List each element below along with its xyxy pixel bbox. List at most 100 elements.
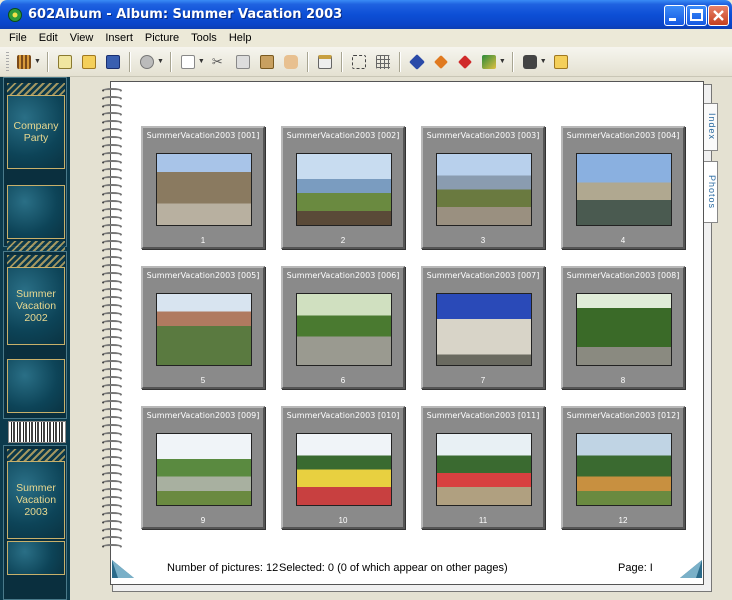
- chevron-down-icon[interactable]: ▼: [34, 58, 41, 65]
- app-icon[interactable]: [7, 7, 23, 23]
- album-summer-vacation-2003[interactable]: Summer Vacation 2003: [7, 461, 65, 539]
- spiral-coil: [102, 128, 122, 133]
- next-page-button[interactable]: [455, 52, 475, 72]
- arrange-button[interactable]: [373, 52, 393, 72]
- save-button[interactable]: [103, 52, 123, 72]
- photo-card[interactable]: SummerVacation2003 [002] 2: [281, 126, 405, 249]
- album-view-button[interactable]: [14, 52, 34, 72]
- album-summer-2002-label-plate[interactable]: [7, 359, 65, 413]
- delete-button[interactable]: [281, 52, 301, 72]
- menu-bar: File Edit View Insert Picture Tools Help: [0, 29, 732, 47]
- effects-button[interactable]: [479, 52, 499, 72]
- import-button[interactable]: [551, 52, 571, 72]
- chevron-down-icon[interactable]: ▼: [157, 58, 164, 65]
- menu-edit[interactable]: Edit: [33, 32, 64, 44]
- menu-view[interactable]: View: [64, 32, 100, 44]
- spiral-coil: [102, 408, 122, 413]
- spiral-coil: [102, 96, 122, 101]
- chevron-down-icon[interactable]: ▼: [540, 58, 547, 65]
- chevron-down-icon[interactable]: ▼: [499, 58, 506, 65]
- photo-card[interactable]: SummerVacation2003 [011] 11: [421, 406, 545, 529]
- photo-thumbnail[interactable]: [296, 433, 392, 506]
- spiral-coil: [102, 544, 122, 549]
- toolbar-grip[interactable]: [6, 51, 9, 72]
- photo-number: 9: [200, 516, 206, 525]
- select-all-button[interactable]: [349, 52, 369, 72]
- photo-thumbnail[interactable]: [436, 433, 532, 506]
- new-album-button[interactable]: [55, 52, 75, 72]
- spiral-coil: [102, 280, 122, 285]
- previous-page-corner[interactable]: [112, 560, 134, 578]
- album-company-party[interactable]: Company Party: [7, 95, 65, 169]
- photo-thumbnail[interactable]: [156, 293, 252, 366]
- photo-card[interactable]: SummerVacation2003 [003] 3: [421, 126, 545, 249]
- photo-title: SummerVacation2003 [002]: [286, 131, 400, 140]
- menu-insert[interactable]: Insert: [99, 32, 139, 44]
- camera-icon: [522, 54, 537, 69]
- spiral-coil: [102, 112, 122, 117]
- menu-file[interactable]: File: [3, 32, 33, 44]
- paste-icon: [259, 54, 274, 69]
- photo-thumbnail[interactable]: [576, 293, 672, 366]
- cut-button[interactable]: ✂: [209, 52, 229, 72]
- copy-button[interactable]: [233, 52, 253, 72]
- photo-card[interactable]: SummerVacation2003 [004] 4: [561, 126, 685, 249]
- photo-thumbnail[interactable]: [576, 153, 672, 226]
- photo-card[interactable]: SummerVacation2003 [012] 12: [561, 406, 685, 529]
- photo-card[interactable]: SummerVacation2003 [007] 7: [421, 266, 545, 389]
- photo-card[interactable]: SummerVacation2003 [010] 10: [281, 406, 405, 529]
- photo-thumbnail[interactable]: [576, 433, 672, 506]
- photo-number: 6: [340, 376, 346, 385]
- photo-thumbnail[interactable]: [296, 293, 392, 366]
- photo-thumbnail[interactable]: [296, 153, 392, 226]
- menu-tools[interactable]: Tools: [185, 32, 223, 44]
- tab-photos[interactable]: Photos: [704, 161, 718, 223]
- spiral-coil: [102, 216, 122, 221]
- photo-number: 1: [200, 236, 206, 245]
- photo-thumbnail[interactable]: [156, 433, 252, 506]
- arrow-left-icon: [433, 54, 448, 69]
- album-summer-vacation-2002[interactable]: Summer Vacation 2002: [7, 267, 65, 345]
- hand-icon: [283, 54, 298, 69]
- close-button[interactable]: [708, 5, 729, 26]
- photo-title: SummerVacation2003 [007]: [426, 271, 540, 280]
- photo-card[interactable]: SummerVacation2003 [001] 1: [141, 126, 265, 249]
- new-page-button[interactable]: [178, 52, 198, 72]
- photo-card[interactable]: SummerVacation2003 [009] 9: [141, 406, 265, 529]
- photo-title: SummerVacation2003 [004]: [566, 131, 680, 140]
- close-icon: [713, 10, 724, 21]
- chevron-down-icon[interactable]: ▼: [198, 58, 205, 65]
- menu-insert-label: Insert: [105, 32, 133, 44]
- next-page-corner[interactable]: [680, 560, 702, 578]
- album-summer-2003-label-plate[interactable]: [7, 541, 65, 575]
- picture-count: Number of pictures: 12: [167, 562, 279, 574]
- photo-card[interactable]: SummerVacation2003 [005] 5: [141, 266, 265, 389]
- page-icon: [180, 54, 195, 69]
- paste-button[interactable]: [257, 52, 277, 72]
- spiral-coil: [102, 144, 122, 149]
- wizard-button[interactable]: [137, 52, 157, 72]
- maximize-button[interactable]: [686, 5, 707, 26]
- minimize-button[interactable]: [664, 5, 685, 26]
- camera-button[interactable]: [520, 52, 540, 72]
- photo-card[interactable]: SummerVacation2003 [006] 6: [281, 266, 405, 389]
- arrow-right-icon: [457, 54, 472, 69]
- spiral-coil: [102, 344, 122, 349]
- tab-index[interactable]: Index: [704, 103, 718, 151]
- spiral-coil: [102, 120, 122, 125]
- photo-title: SummerVacation2003 [009]: [146, 411, 260, 420]
- menu-picture[interactable]: Picture: [139, 32, 185, 44]
- title-bar: 602Album - Album: Summer Vacation 2003: [0, 0, 732, 29]
- spiral-coil: [102, 320, 122, 325]
- album-company-party-label-plate[interactable]: [7, 185, 65, 239]
- print-button[interactable]: [315, 52, 335, 72]
- navigate-button[interactable]: [407, 52, 427, 72]
- photo-card[interactable]: SummerVacation2003 [008] 8: [561, 266, 685, 389]
- photo-thumbnail[interactable]: [156, 153, 252, 226]
- previous-page-button[interactable]: [431, 52, 451, 72]
- open-button[interactable]: [79, 52, 99, 72]
- menu-help[interactable]: Help: [223, 32, 258, 44]
- photo-thumbnail[interactable]: [436, 293, 532, 366]
- album-label: Summer Vacation 2003: [15, 482, 57, 518]
- photo-thumbnail[interactable]: [436, 153, 532, 226]
